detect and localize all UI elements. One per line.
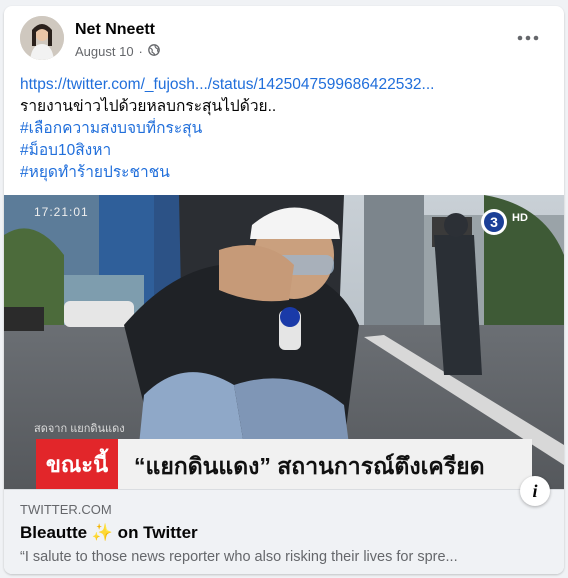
link-domain: TWITTER.COM <box>20 502 112 517</box>
hashtag-link[interactable]: #หยุดทำร้ายประชาชน <box>20 162 550 184</box>
post-date[interactable]: August 10 <box>75 44 134 59</box>
video-thumbnail[interactable]: 17:21:01 3 HD สดจาก แยกดินแดง ขณะนี้ “แย… <box>4 195 564 489</box>
link-description: “I salute to those news reporter who als… <box>20 549 458 565</box>
meta-separator: · <box>138 44 143 59</box>
hashtag-link[interactable]: #ม็อบ10สิงหา <box>20 140 550 162</box>
tweet-link[interactable]: https://twitter.com/_fujosh.../status/14… <box>20 74 550 96</box>
channel-number: 3 <box>490 214 498 230</box>
link-preview[interactable]: i TWITTER.COM Bleautte ✨ on Twitter “I s… <box>4 476 564 574</box>
info-icon[interactable]: i <box>520 476 550 506</box>
author-name[interactable]: Net Nneett <box>75 21 155 39</box>
channel-logo: 3 HD <box>480 207 536 237</box>
location-caption: สดจาก แยกดินแดง <box>34 423 125 435</box>
lower-third-tag: ขณะนี้ <box>36 439 118 489</box>
globe-icon <box>148 44 160 59</box>
author-avatar[interactable] <box>20 16 64 60</box>
channel-hd-badge: HD <box>512 212 528 224</box>
hashtag-link[interactable]: #เลือกความสงบจบที่กระสุน <box>20 118 550 140</box>
post-text: https://twitter.com/_fujosh.../status/14… <box>20 74 550 184</box>
post-header: Net Nneett August 10 · <box>4 6 564 70</box>
post-meta: August 10 · <box>75 44 160 59</box>
video-timestamp: 17:21:01 <box>34 205 89 219</box>
lower-third-headline: “แยกดินแดง” สถานการณ์ตึงเครียด <box>134 453 485 479</box>
more-options-icon[interactable] <box>510 26 546 50</box>
lower-third-banner: ขณะนี้ “แยกดินแดง” สถานการณ์ตึงเครียด <box>36 439 532 489</box>
link-title[interactable]: Bleautte ✨ on Twitter <box>20 523 198 543</box>
post-card: Net Nneett August 10 · https://twitter.c… <box>4 6 564 574</box>
post-caption: รายงานข่าวไปด้วยหลบกระสุนไปด้วย.. <box>20 98 277 115</box>
